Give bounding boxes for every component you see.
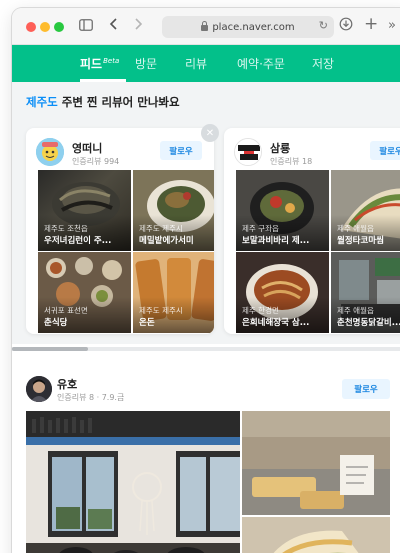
minimize-window-button[interactable] [40,22,50,32]
section-title: 제주도 주변 찐 리뷰어 만나봐요 [26,94,180,110]
beta-badge: Beta [103,57,120,65]
reviewer-avatar[interactable] [36,138,64,166]
tile-place: 은희네해장국 삼... [242,318,310,328]
follow-button[interactable]: 팔로우 [370,141,400,160]
tab-feed[interactable]: 피드Beta [80,55,119,72]
reviewer-card[interactable]: 삼룡 인증리뷰 18 팔로우 제주 구좌읍 보말과비바리 제... 제주 애월읍… [224,128,400,334]
zoom-window-button[interactable] [54,22,64,32]
section-title-location[interactable]: 제주도 [26,95,58,109]
reviewer-name: 영떠니 [72,142,103,155]
tab-review[interactable]: 리뷰 [185,55,207,72]
reviewer-card[interactable]: 영떠니 인증리뷰 994 팔로우 제주도 조천읍 우저녀김런이 주... 제주도… [26,128,214,334]
tile-area: 제주 한경면 [242,306,279,315]
review-photo-tile[interactable]: 제주 한경면 은희네해장국 삼... [236,252,329,333]
more-icon[interactable]: » [388,17,396,35]
tab-reservation[interactable]: 예약·주문 [237,55,285,72]
tab-visit[interactable]: 방문 [135,55,157,72]
dismiss-card-icon[interactable]: ✕ [201,124,219,142]
browser-toolbar: place.naver.com ↻ + » [12,8,400,45]
post-photo-side-bottom[interactable] [242,517,390,553]
main-nav: 피드Beta 방문 리뷰 예약·주문 저장 [12,45,400,82]
tile-area: 제주 애월읍 [337,306,374,315]
reviewer-review-count: 인증리뷰 18 [270,157,313,166]
review-photo-tile[interactable]: 제주 애월읍 춘천명동닭갈비... [331,252,400,333]
review-photo-tile[interactable]: 제주도 조천읍 우저녀김런이 주... [38,170,131,251]
back-icon[interactable] [109,17,119,35]
sidebar-icon[interactable] [79,17,93,35]
new-tab-icon[interactable]: + [364,15,378,33]
post-author-name[interactable]: 유호 [57,376,77,392]
tile-area: 제주도 제주시 [139,306,183,315]
post-author-meta: 인증리뷰 8 · 7.9.금 [57,393,125,402]
close-window-button[interactable] [26,22,36,32]
tab-saved[interactable]: 저장 [312,55,334,72]
lock-icon [201,21,209,31]
download-icon[interactable] [339,17,353,35]
tile-area: 제주 애월읍 [337,224,374,233]
carousel-scrollbar-thumb[interactable] [12,347,88,351]
post-photo-side-top[interactable] [242,411,390,515]
browser-window: place.naver.com ↻ + » 피드Beta 방문 리뷰 예약·주문… [12,8,400,553]
reload-icon[interactable]: ↻ [319,19,328,32]
tile-place: 보말과비바리 제... [242,236,310,246]
tile-place: 월정타코마씸 [337,236,384,246]
review-photo-tile[interactable]: 제주 애월읍 월정타코마씸 [331,170,400,251]
review-photo-tile[interactable]: 제주도 제주시 온돈 [133,252,214,333]
reviewer-name: 삼룡 [270,142,291,155]
review-photo-tile[interactable]: 서귀포 표선면 춘식당 [38,252,131,333]
address-bar[interactable]: place.naver.com ↻ [162,16,334,38]
reviewer-review-count: 인증리뷰 994 [72,157,120,166]
review-photo-tile[interactable]: 제주도 제주시 메밀밭에가서미 [133,170,214,251]
follow-button[interactable]: 팔로우 [160,141,202,160]
review-photo-tile[interactable]: 제주 구좌읍 보말과비바리 제... [236,170,329,251]
forward-icon[interactable] [133,17,143,35]
tile-place: 춘천명동닭갈비... [337,318,400,328]
tile-area: 서귀포 표선면 [44,306,88,315]
tile-place: 메밀밭에가서미 [139,236,194,246]
tile-place: 춘식당 [44,318,68,328]
post-follow-button[interactable]: 팔로우 [342,379,390,399]
post-author-avatar[interactable] [26,376,52,402]
tab-feed-label: 피드 [80,57,103,71]
recommended-reviewers-section: 제주도 주변 찐 리뷰어 만나봐요 ✕ 영떠니 인증리뷰 994 팔로우 제주도… [12,82,400,344]
section-title-text: 주변 찐 리뷰어 만나봐요 [57,95,180,109]
url-text: place.naver.com [212,21,295,33]
post-photo-main[interactable] [26,411,240,553]
tile-area: 제주도 제주시 [139,224,183,233]
reviewer-avatar[interactable] [234,138,262,166]
tile-area: 제주 구좌읍 [242,224,279,233]
tile-place: 우저녀김런이 주... [44,236,112,246]
tile-place: 온돈 [139,318,155,328]
tile-area: 제주도 조천읍 [44,224,88,233]
